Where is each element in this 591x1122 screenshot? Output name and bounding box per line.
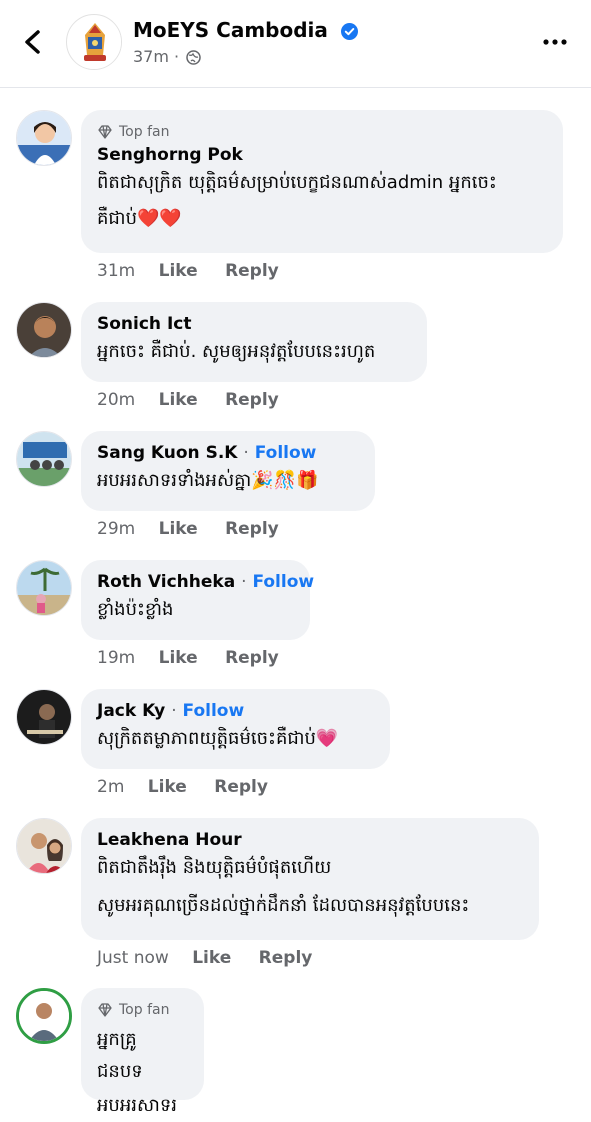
comment-actions: 20m Like Reply [97, 390, 301, 410]
comment-text: អបអរសាទរទាំងអស់គ្នា🎉🎊🎁 [97, 470, 319, 491]
comment-text: ពិតជាតឹងរ៉ឹង និងយុត្តិធម៌បំផុតហើយ [97, 857, 332, 878]
comment-text: សុក្រិតតម្លាភាពយុត្តិធម៌ចេះគឺជាប់💗 [97, 728, 339, 749]
name-separator: · [243, 443, 249, 463]
reply-button[interactable]: Reply [225, 390, 279, 410]
comment-bubble[interactable]: Top fan អ្នកគ្រូ ជនបទ អបអរសាទរ [81, 988, 204, 1116]
reply-button[interactable]: Reply [225, 261, 279, 281]
post-time: 37m [133, 47, 169, 66]
reply-button[interactable]: Reply [225, 648, 279, 668]
comment-time[interactable]: 29m [97, 519, 135, 539]
avatar[interactable] [16, 302, 72, 358]
avatar[interactable] [16, 818, 72, 874]
like-button[interactable]: Like [159, 519, 198, 539]
comment-bubble[interactable]: Roth Vichheka · Follow ខ្លាំងប៉ះខ្លាំង [81, 560, 314, 640]
comment-actions: 19m Like Reply [97, 648, 301, 668]
user-avatar-icon [17, 303, 71, 357]
commenter-name[interactable]: Roth Vichheka [97, 572, 235, 592]
comment-bubble[interactable]: Top fan Senghorng Pok ពិតជាសុក្រិត យុត្ត… [81, 110, 563, 253]
commenter-name[interactable]: Sonich Ict [97, 314, 411, 334]
comment-bubble[interactable]: Leakhena Hour ពិតជាតឹងរ៉ឹង និងយុត្តិធម៌ប… [81, 818, 539, 940]
commenter-name[interactable]: Senghorng Pok [97, 145, 547, 165]
top-fan-badge: Top fan [97, 1000, 188, 1020]
like-button[interactable]: Like [148, 777, 187, 797]
comment-text: អ្នកគ្រូ ជនបទ [97, 1029, 143, 1082]
like-button[interactable]: Like [192, 948, 231, 968]
post-header: MoEYS Cambodia 37m · [0, 0, 591, 88]
comment-text-line2: អបអរសាទរ [97, 1095, 177, 1116]
more-options-icon[interactable] [540, 32, 570, 52]
user-avatar-icon [17, 561, 71, 615]
verified-badge-icon [340, 23, 358, 40]
diamond-icon [98, 1003, 112, 1017]
follow-button[interactable]: Follow [255, 443, 317, 463]
comment-time[interactable]: Just now [97, 948, 169, 968]
user-avatar-icon [17, 819, 71, 873]
comment-time[interactable]: 31m [97, 261, 135, 281]
comment-actions: Just now Like Reply [97, 948, 334, 968]
user-avatar-icon [17, 690, 71, 744]
reply-button[interactable]: Reply [225, 519, 279, 539]
commenter-name-row: Jack Ky · Follow [97, 701, 374, 721]
comment-bubble[interactable]: Sonich Ict អ្នកចេះ គឺជាប់. សូមឲ្យអនុវត្ត… [81, 302, 427, 382]
globe-icon [186, 50, 201, 65]
badge-label: Top fan [119, 1002, 170, 1018]
name-separator: · [241, 572, 247, 592]
post-meta: 37m · [133, 47, 201, 66]
comment-time[interactable]: 19m [97, 648, 135, 668]
moeys-logo-icon [68, 16, 121, 69]
commenter-name-row: Roth Vichheka · Follow [97, 572, 314, 592]
avatar[interactable] [16, 689, 72, 745]
like-button[interactable]: Like [159, 261, 198, 281]
commenter-name[interactable]: Jack Ky [97, 701, 165, 721]
comment-text: អ្នកចេះ គឺជាប់. សូមឲ្យអនុវត្តបែបនេះរហូត [97, 341, 376, 362]
comment-time[interactable]: 2m [97, 777, 124, 797]
comment-time[interactable]: 20m [97, 390, 135, 410]
avatar[interactable] [16, 988, 72, 1044]
like-button[interactable]: Like [159, 390, 198, 410]
avatar[interactable] [16, 110, 72, 166]
reply-button[interactable]: Reply [214, 777, 268, 797]
comment-bubble[interactable]: Jack Ky · Follow សុក្រិតតម្លាភាពយុត្តិធម… [81, 689, 390, 769]
comment-text-line2: សូមអរគុណច្រើនដល់ថ្នាក់ដឹកនាំ ដែលបានអនុវត… [97, 895, 470, 916]
commenter-name-row: Sang Kuon S.K · Follow [97, 443, 359, 463]
diamond-icon [98, 125, 112, 139]
user-avatar-icon [17, 432, 71, 486]
comment-text: ខ្លាំងប៉ះខ្លាំង [97, 599, 174, 620]
meta-separator: · [174, 47, 180, 66]
commenter-name[interactable]: Sang Kuon S.K [97, 443, 237, 463]
name-separator: · [171, 701, 177, 721]
follow-button[interactable]: Follow [252, 572, 314, 592]
comment-text: ពិតជាសុក្រិត យុត្តិធម៌សម្រាប់បេក្ខជនណាស់… [97, 172, 497, 193]
back-arrow-icon[interactable] [18, 26, 48, 58]
commenter-name[interactable]: Leakhena Hour [97, 830, 523, 850]
follow-button[interactable]: Follow [183, 701, 245, 721]
reply-button[interactable]: Reply [259, 948, 313, 968]
top-fan-badge: Top fan [97, 122, 547, 142]
user-avatar-icon [17, 111, 71, 165]
page-avatar[interactable] [66, 14, 122, 70]
comment-actions: 31m Like Reply [97, 261, 301, 281]
comment-actions: 2m Like Reply [97, 777, 290, 797]
page-name-text: MoEYS Cambodia [133, 18, 328, 42]
like-button[interactable]: Like [159, 648, 198, 668]
page-title[interactable]: MoEYS Cambodia [133, 18, 358, 42]
comment-text-line2: គឺជាប់❤️❤️ [97, 208, 182, 229]
avatar[interactable] [16, 560, 72, 616]
badge-label: Top fan [119, 124, 170, 140]
comment-bubble[interactable]: Sang Kuon S.K · Follow អបអរសាទរទាំងអស់គ្… [81, 431, 375, 511]
user-avatar-icon [19, 991, 69, 1041]
comment-actions: 29m Like Reply [97, 519, 301, 539]
avatar[interactable] [16, 431, 72, 487]
